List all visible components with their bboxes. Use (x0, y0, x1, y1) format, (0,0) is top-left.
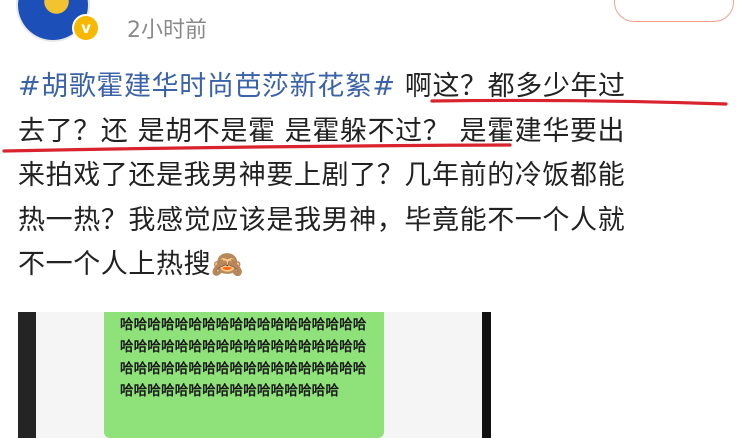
verified-badge-icon: v (72, 14, 100, 42)
see-no-evil-monkey-icon: 🙈 (211, 250, 245, 280)
topic-link[interactable]: #胡歌霍建华时尚芭莎新花絮# (18, 71, 396, 102)
follow-button[interactable] (614, 0, 734, 22)
post-line-text: 去了？还 是胡不是霍 是霍躲不过？ 是霍建华要出 (18, 115, 626, 147)
author-avatar-wrap[interactable]: v (18, 0, 100, 52)
chat-bubble-text: 哈哈哈哈哈哈哈哈哈哈哈哈哈哈哈哈哈哈哈哈哈哈哈哈哈哈哈哈哈哈哈哈哈哈哈哈哈哈哈哈… (120, 317, 367, 399)
post-time: 2小时前 (127, 18, 207, 43)
post-line-text: 来拍戏了还是我男神要上剧了？几年前的冷饭都能 (18, 160, 626, 191)
post-text: #胡歌霍建华时尚芭莎新花絮# 啊这？都多少年过 去了？还 是胡不是霍 是霍躲不过… (18, 65, 734, 288)
post-line-4: 热一热？我感觉应该是我男神，毕竟能不一个人就 (18, 199, 734, 244)
post-line-text: 热一热？我感觉应该是我男神，毕竟能不一个人就 (18, 204, 626, 236)
post-line-2: 去了？还 是胡不是霍 是霍躲不过？ 是霍建华要出 (18, 110, 734, 155)
post-line-1: #胡歌霍建华时尚芭莎新花絮# 啊这？都多少年过 (18, 65, 734, 110)
post-line-text: 啊这？都多少年过 (395, 71, 626, 102)
post-line-text: 不一个人上热搜 (18, 249, 212, 280)
post-line-3: 来拍戏了还是我男神要上剧了？几年前的冷饭都能 (18, 154, 734, 199)
post-line-5: 不一个人上热搜🙈 (18, 243, 734, 288)
image-edge (482, 312, 491, 438)
